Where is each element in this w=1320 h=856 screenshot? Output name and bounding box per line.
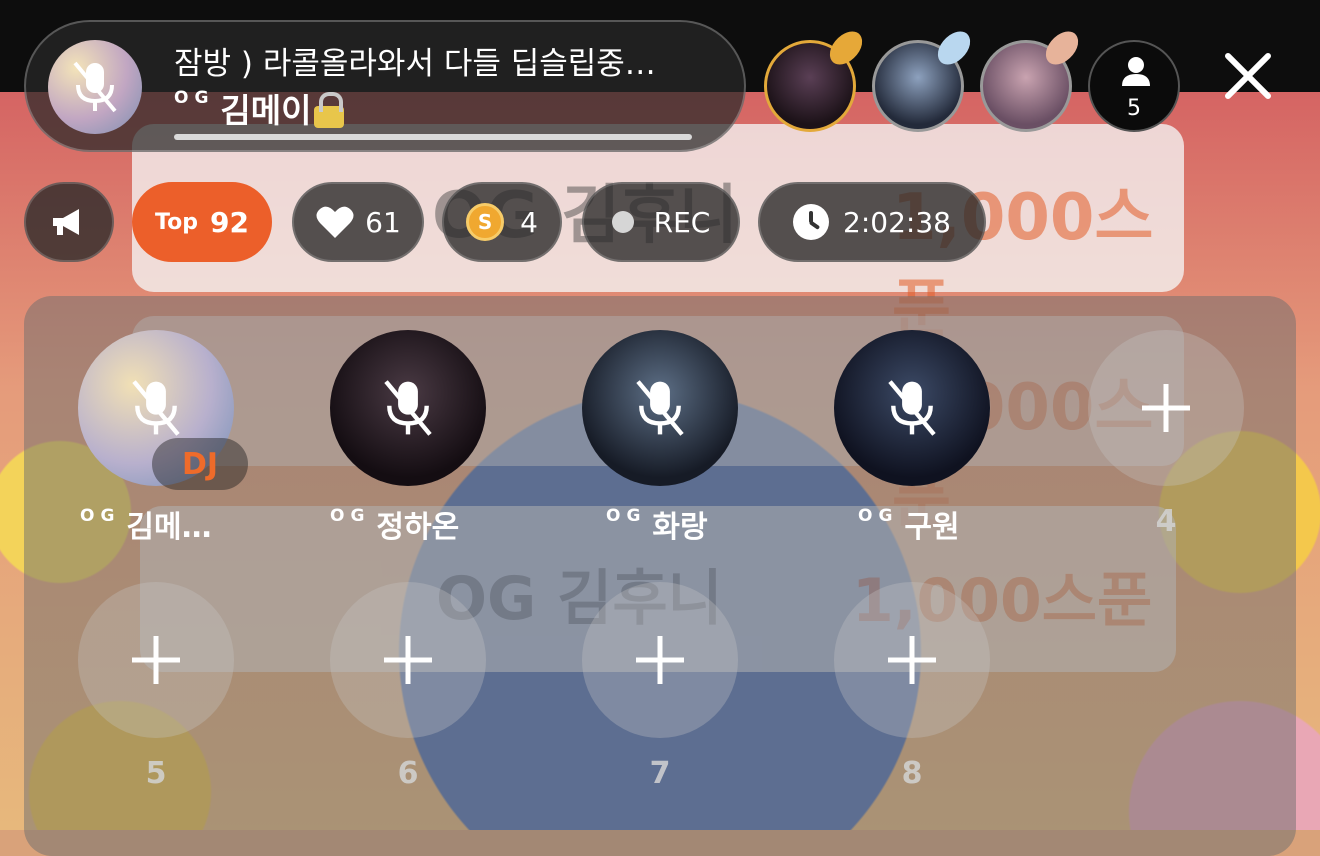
seat-number: 6: [397, 756, 419, 791]
seat-1-name: OG 김메…: [80, 502, 212, 546]
seat-3-name: OG 화랑: [606, 502, 708, 546]
likes-counter[interactable]: 61: [292, 182, 424, 262]
room-progress-bar: [174, 134, 692, 140]
elapsed-time: 2:02:38: [843, 205, 951, 239]
empty-seat-5[interactable]: [78, 582, 234, 738]
spoon-coin-icon: S: [466, 203, 505, 241]
seat-name-text: 김메…: [126, 510, 212, 545]
mic-muted-icon: [73, 61, 117, 113]
top-listener-avatar-1[interactable]: [764, 26, 870, 132]
plus-icon: [384, 636, 432, 684]
record-dot-icon: [611, 211, 634, 233]
host-thumbnail[interactable]: [48, 40, 142, 134]
empty-seat-6[interactable]: [330, 582, 486, 738]
og-prefix: OG: [858, 506, 899, 526]
seat-number: 8: [901, 756, 923, 791]
announcement-button[interactable]: [24, 182, 114, 262]
record-label: REC: [653, 205, 711, 239]
og-prefix: OG: [174, 88, 215, 108]
seat-3[interactable]: [582, 330, 738, 486]
room-host-name: OG 김메이: [174, 84, 344, 132]
seat-1-dj[interactable]: DJ: [78, 330, 248, 490]
mic-muted-icon: [384, 380, 432, 436]
likes-count: 61: [365, 205, 401, 239]
mic-muted-icon: [888, 380, 936, 436]
plus-icon: [1142, 384, 1190, 432]
seat-name-text: 화랑: [652, 510, 708, 545]
og-prefix: OG: [80, 506, 121, 526]
close-icon[interactable]: [1222, 50, 1274, 102]
seat-2-name: OG 정하온: [330, 502, 459, 546]
dj-badge: DJ: [152, 438, 248, 490]
spoons-counter[interactable]: S 4: [442, 182, 562, 262]
seat-number: 4: [1155, 504, 1177, 539]
plus-icon: [636, 636, 684, 684]
top-rank-value: 92: [209, 205, 249, 239]
seat-name-text: 정하온: [376, 510, 460, 545]
seat-number: 7: [649, 756, 671, 791]
listener-count: 5: [1127, 96, 1141, 121]
seat-number: 5: [145, 756, 167, 791]
spoons-count: 4: [520, 205, 538, 239]
seat-2[interactable]: [330, 330, 486, 486]
empty-seat-8[interactable]: [834, 582, 990, 738]
elapsed-timer: 2:02:38: [758, 182, 986, 262]
plus-icon: [888, 636, 936, 684]
person-icon: [1122, 57, 1150, 86]
seat-name-text: 구원: [904, 510, 960, 545]
top-listener-avatar-3[interactable]: [980, 26, 1086, 132]
top-rank-badge[interactable]: Top 92: [132, 182, 272, 262]
heart-icon: [316, 206, 354, 238]
host-name-text: 김메이: [220, 91, 312, 130]
empty-seat-4[interactable]: [1088, 330, 1244, 486]
top-rank-label: Top: [155, 209, 198, 235]
mic-muted-icon: [636, 380, 684, 436]
seat-4-name: OG 구원: [858, 502, 960, 546]
room-info-pill[interactable]: 잠방 ) 라콜올라와서 다들 딥슬립중… OG 김메이: [24, 20, 746, 152]
room-title: 잠방 ) 라콜올라와서 다들 딥슬립중…: [174, 46, 656, 82]
og-prefix: OG: [606, 506, 647, 526]
top-listener-avatar-2[interactable]: [872, 26, 978, 132]
og-prefix: OG: [330, 506, 371, 526]
clock-icon: [793, 204, 830, 240]
listener-count-button[interactable]: 5: [1088, 40, 1180, 132]
megaphone-icon: [53, 209, 79, 235]
record-button[interactable]: REC: [582, 182, 740, 262]
seat-4[interactable]: [834, 330, 990, 486]
empty-seat-7[interactable]: [582, 582, 738, 738]
lock-icon: [313, 92, 344, 128]
mic-muted-icon: [132, 380, 180, 436]
plus-icon: [132, 636, 180, 684]
